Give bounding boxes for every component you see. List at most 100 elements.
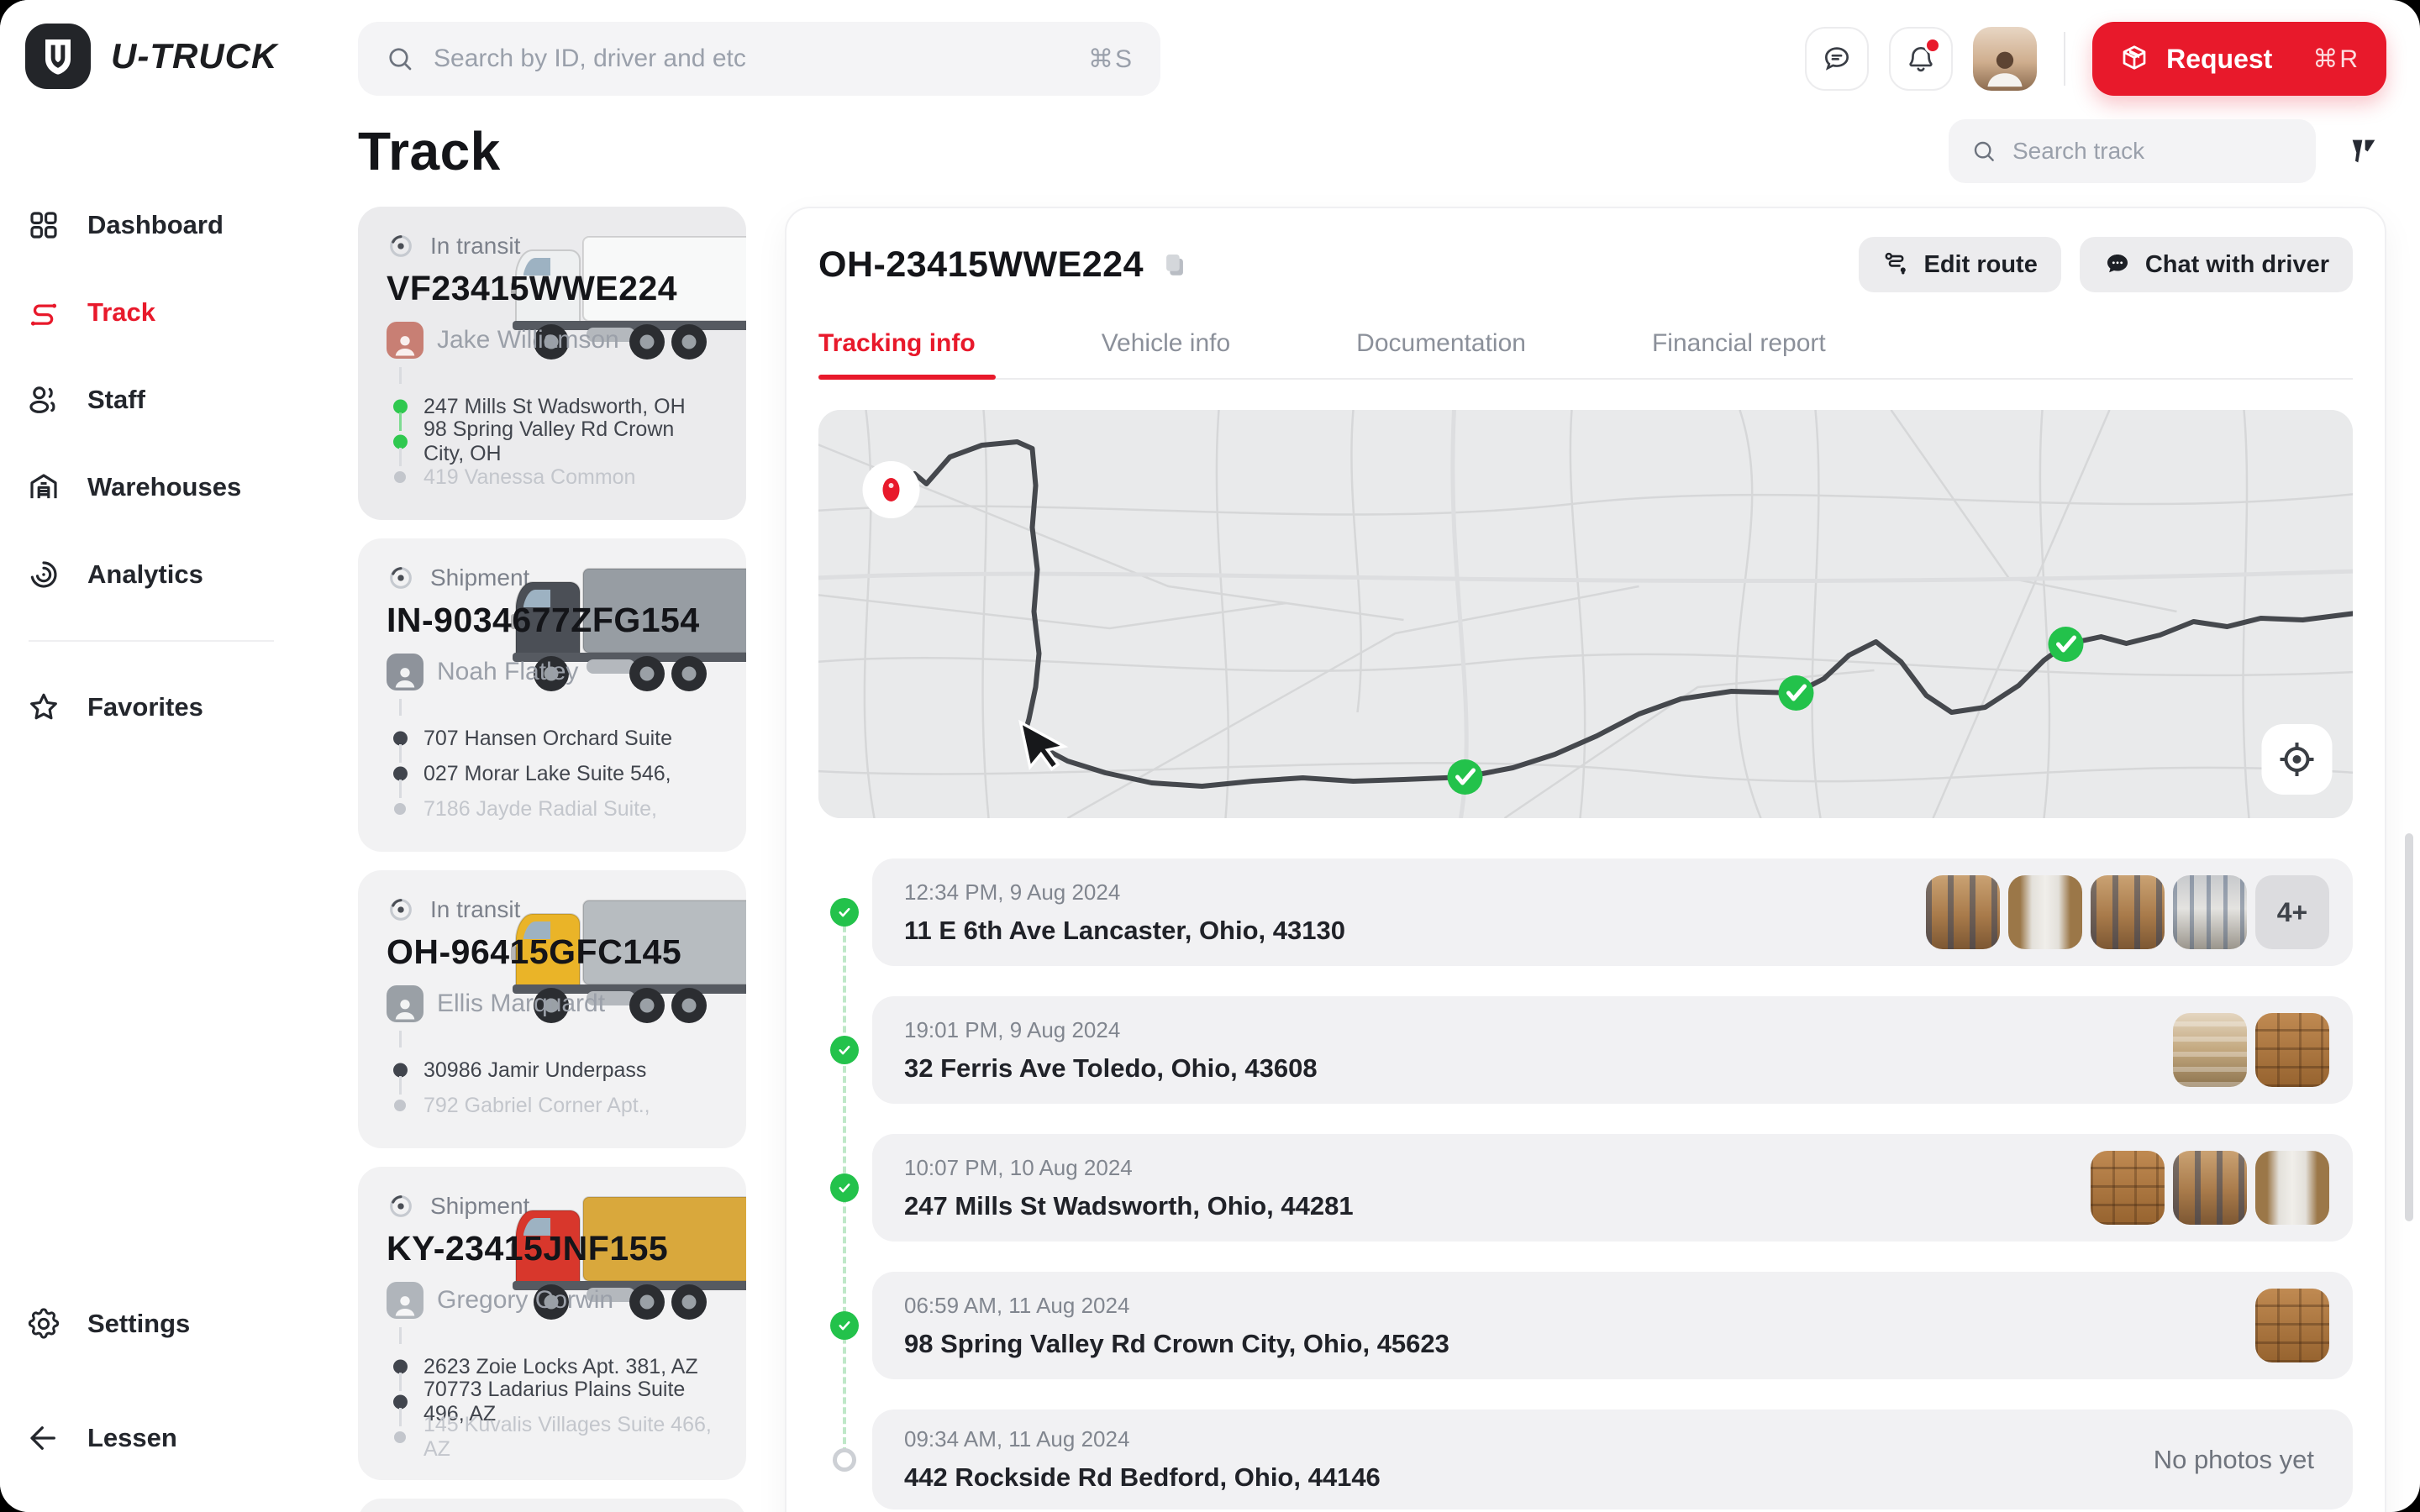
status-icon xyxy=(387,564,415,592)
chat-with-driver-button[interactable]: Chat with driver xyxy=(2080,237,2353,292)
route-segment xyxy=(399,1031,402,1047)
track-search[interactable] xyxy=(1949,119,2316,183)
sidebar-item-analytics[interactable]: Analytics xyxy=(25,531,333,618)
tab-vehicle-info[interactable]: Vehicle info xyxy=(1102,329,1230,378)
chat-filled-icon xyxy=(2103,250,2132,279)
arrow-left-icon xyxy=(25,1420,62,1457)
check-icon xyxy=(830,898,859,927)
stop-item: 7186 Jayde Radial Suite, xyxy=(387,791,718,827)
stop-photos xyxy=(2091,1151,2329,1225)
no-photos-label: No photos yet xyxy=(2154,1445,2329,1475)
stop-item: 419 Vanessa Common xyxy=(387,459,718,495)
sidebar-item-track[interactable]: Track xyxy=(25,269,333,356)
detail-tabs: Tracking info Vehicle info Documentation Fi… xyxy=(818,329,2353,380)
stop-item: 792 Gabriel Corner Apt., xyxy=(387,1088,718,1123)
stop-address: 30986 Jamir Underpass xyxy=(424,1058,646,1083)
stops-list: 707 Hansen Orchard Suite 027 Morar Lake S… xyxy=(387,721,718,827)
stop-address: 792 Gabriel Corner Apt., xyxy=(424,1094,650,1118)
timeline-time: 19:01 PM, 9 Aug 2024 xyxy=(904,1017,1318,1043)
global-search-input[interactable] xyxy=(434,45,1070,73)
sidebar-item-staff[interactable]: Staff xyxy=(25,356,333,444)
driver-row: Ellis Marquardt xyxy=(387,985,718,1022)
stop-photos xyxy=(2255,1289,2329,1362)
stop-address: 247 Mills St Wadsworth, OH xyxy=(424,395,686,419)
global-search[interactable]: ⌘S xyxy=(358,22,1160,96)
stop-item: 98 Spring Valley Rd Crown City, OH xyxy=(387,424,718,459)
logo[interactable]: U-TRUCK xyxy=(25,24,333,89)
shipment-card[interactable]: In transitIN-51678URE401Jake Williamson6… xyxy=(358,1499,746,1512)
stop-dot-icon xyxy=(393,400,408,414)
stops-list: 2623 Zoie Locks Apt. 381, AZ70773 Ladari… xyxy=(387,1349,718,1455)
shipment-card[interactable]: ShipmentIN-9034677ZFG154Noah Flatley707 … xyxy=(358,538,746,852)
tab-documentation[interactable]: Documentation xyxy=(1356,329,1526,378)
stop-dot-icon xyxy=(393,1360,408,1374)
divider xyxy=(2064,32,2065,86)
timeline-row[interactable]: 06:59 AM, 11 Aug 202498 Spring Valley Rd… xyxy=(872,1272,2353,1379)
search-icon xyxy=(385,44,415,74)
request-label: Request xyxy=(2166,44,2272,75)
stop-dot-icon xyxy=(394,471,406,483)
tab-financial-report[interactable]: Financial report xyxy=(1652,329,1826,378)
sidebar-item-favorites[interactable]: Favorites xyxy=(25,664,333,751)
stop-item: 027 Morar Lake Suite 546, xyxy=(387,756,718,791)
origin-pin-icon xyxy=(863,461,920,518)
main-area: ⌘S Request ⌘R Track xyxy=(333,0,2420,1512)
stop-address: 419 Vanessa Common xyxy=(424,465,635,490)
warehouse-photo[interactable] xyxy=(2008,875,2082,949)
sidebar-item-label: Track xyxy=(87,297,155,328)
route-segment xyxy=(399,1327,402,1344)
shipment-card[interactable]: ShipmentKY-23415JNF155Gregory Corwin2623… xyxy=(358,1167,746,1480)
timeline-row[interactable]: 12:34 PM, 9 Aug 202411 E 6th Ave Lancast… xyxy=(872,858,2353,966)
warehouse-photo[interactable] xyxy=(2173,875,2247,949)
sidebar-item-settings[interactable]: Settings xyxy=(25,1284,333,1364)
sidebar-item-label: Favorites xyxy=(87,692,203,722)
shipment-card-id: VF23415WWE224 xyxy=(387,269,718,308)
timeline-row[interactable]: 09:34 AM, 11 Aug 2024442 Rockside Rd Bed… xyxy=(872,1410,2353,1509)
search-icon xyxy=(1970,138,1997,165)
shipment-card[interactable]: In transitVF23415WWE224Jake Williamson24… xyxy=(358,207,746,520)
sidebar-collapse-button[interactable]: Lessen xyxy=(25,1398,333,1478)
more-photos-badge[interactable]: 4+ xyxy=(2255,875,2329,949)
status-icon xyxy=(387,895,415,924)
warehouse-photo[interactable] xyxy=(2091,1151,2165,1225)
user-avatar[interactable] xyxy=(1973,27,2037,91)
route-segment xyxy=(399,412,402,431)
messages-button[interactable] xyxy=(1805,27,1869,91)
warehouse-photo[interactable] xyxy=(2255,1013,2329,1087)
warehouse-photo[interactable] xyxy=(2255,1289,2329,1362)
timeline-row[interactable]: 10:07 PM, 10 Aug 2024247 Mills St Wadswo… xyxy=(872,1134,2353,1242)
filter-button[interactable] xyxy=(2341,129,2386,174)
sidebar-item-dashboard[interactable]: Dashboard xyxy=(25,181,333,269)
warehouse-photo[interactable] xyxy=(2091,875,2165,949)
route-segment xyxy=(399,1373,402,1391)
route-segment xyxy=(399,1408,402,1426)
shipment-card[interactable]: In transitOH-96415GFC145Ellis Marquardt3… xyxy=(358,870,746,1148)
timeline-address: 11 E 6th Ave Lancaster, Ohio, 43130 xyxy=(904,916,1345,946)
sidebar-item-warehouses[interactable]: Warehouses xyxy=(25,444,333,531)
scrollbar[interactable] xyxy=(2405,833,2413,1221)
locate-button[interactable] xyxy=(2262,724,2333,795)
shipment-card-id: OH-96415GFC145 xyxy=(387,932,718,972)
stop-dot-icon xyxy=(393,435,408,449)
edit-route-button[interactable]: Edit route xyxy=(1859,237,2061,292)
tab-tracking-info[interactable]: Tracking info xyxy=(818,329,976,378)
notifications-button[interactable] xyxy=(1889,27,1953,91)
stop-address: 707 Hansen Orchard Suite xyxy=(424,727,672,751)
gear-icon xyxy=(25,1305,62,1342)
request-button[interactable]: Request ⌘R xyxy=(2092,22,2386,96)
track-search-input[interactable] xyxy=(2012,138,2294,165)
warehouse-photo[interactable] xyxy=(2173,1151,2247,1225)
stop-address: 145 Kuvalis Villages Suite 466, AZ xyxy=(424,1413,718,1462)
warehouse-photo[interactable] xyxy=(1926,875,2000,949)
timeline-address: 247 Mills St Wadsworth, Ohio, 44281 xyxy=(904,1191,1354,1221)
driver-name: Jake Williamson xyxy=(437,326,619,354)
timeline-row[interactable]: 19:01 PM, 9 Aug 202432 Ferris Ave Toledo… xyxy=(872,996,2353,1104)
sidebar: U-TRUCK Dashboard Track StaffWarehousesAna… xyxy=(0,0,333,1512)
person-icon xyxy=(1981,42,2029,91)
route-map[interactable] xyxy=(818,410,2353,818)
route-segment xyxy=(399,367,402,384)
copy-icon[interactable] xyxy=(1160,248,1189,281)
sidebar-menu: Dashboard Track StaffWarehousesAnalytics Fa… xyxy=(25,181,333,751)
warehouse-photo[interactable] xyxy=(2255,1151,2329,1225)
warehouse-photo[interactable] xyxy=(2173,1013,2247,1087)
